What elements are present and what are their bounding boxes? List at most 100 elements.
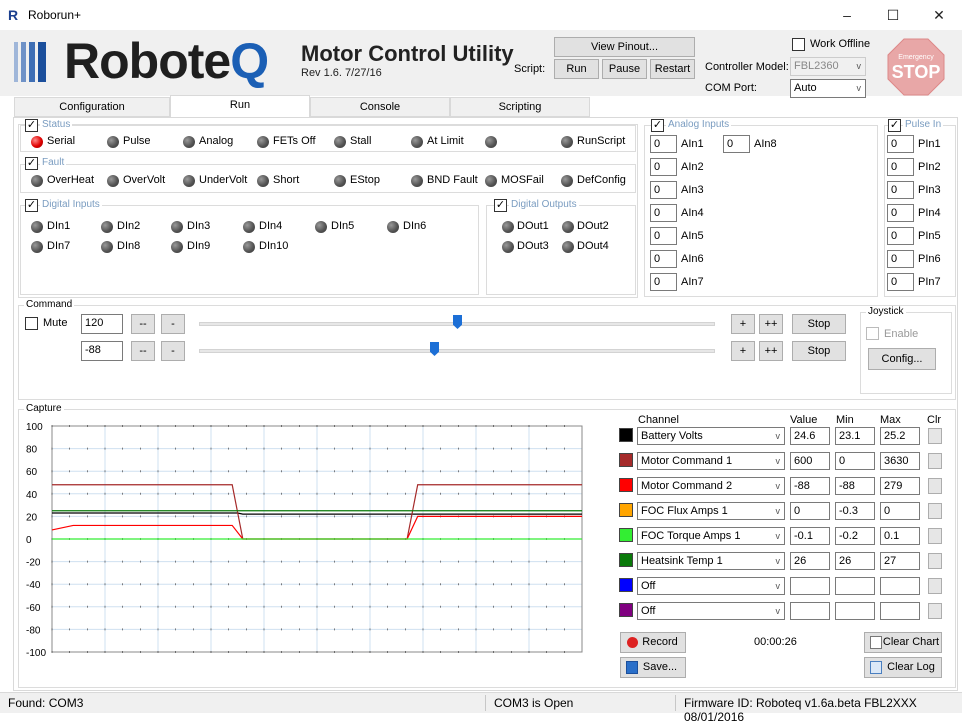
channel-value: -0.1	[790, 527, 830, 545]
channel-select[interactable]: FOC Torque Amps 1v	[637, 527, 785, 545]
mute-checkbox[interactable]	[25, 317, 38, 330]
command-slider-track[interactable]	[199, 349, 715, 353]
digital-inputs-checkbox[interactable]: ✓	[25, 199, 38, 212]
command-stop-button[interactable]: Stop	[792, 314, 846, 334]
view-pinout-button[interactable]: View Pinout...	[554, 37, 695, 57]
y-tick-label: -100	[26, 648, 46, 659]
channel-min: 0	[835, 452, 875, 470]
pulse-input-value[interactable]: 0	[887, 135, 914, 153]
maximize-button[interactable]: ☐	[870, 0, 916, 30]
pulse-input-value[interactable]: 0	[887, 273, 914, 291]
pulse-input-value[interactable]: 0	[887, 158, 914, 176]
script-run-button[interactable]: Run	[554, 59, 599, 79]
channel-clear-button[interactable]	[928, 528, 942, 544]
channel-clear-button[interactable]	[928, 503, 942, 519]
y-tick-label: -60	[26, 603, 41, 614]
analog-input-value[interactable]: 0	[650, 250, 677, 268]
command-value-input[interactable]: 120	[81, 314, 123, 334]
tab-run[interactable]: Run	[170, 95, 310, 118]
channel-select[interactable]: Heatsink Temp 1v	[637, 552, 785, 570]
joystick-config-button[interactable]: Config...	[868, 348, 936, 370]
tab-console[interactable]: Console	[310, 97, 450, 117]
analog-input-value[interactable]: 0	[650, 181, 677, 199]
channel-color-swatch[interactable]	[619, 478, 633, 492]
channel-max: 25.2	[880, 427, 920, 445]
channel-color-swatch[interactable]	[619, 453, 633, 467]
pulse-input-label: PIn6	[918, 253, 941, 265]
led-stall-icon	[334, 136, 346, 148]
record-icon	[627, 637, 638, 648]
analog-input-value[interactable]: 0	[650, 158, 677, 176]
led-label-din9: DIn9	[187, 240, 211, 252]
analog-input-value[interactable]: 0	[650, 204, 677, 222]
pulse-input-label: PIn2	[918, 161, 941, 173]
led-din5-icon	[315, 221, 327, 233]
channel-select[interactable]: Off v	[637, 602, 785, 620]
channel-color-swatch[interactable]	[619, 603, 633, 617]
digital-outputs-checkbox[interactable]: ✓	[494, 199, 507, 212]
tab-scripting[interactable]: Scripting	[450, 97, 590, 117]
script-pause-button[interactable]: Pause	[602, 59, 647, 79]
pulse-input-value[interactable]: 0	[887, 204, 914, 222]
pulse-in-checkbox[interactable]: ✓	[888, 119, 901, 132]
script-restart-button[interactable]: Restart	[650, 59, 695, 79]
command-decrement-button[interactable]: -	[161, 314, 185, 334]
controller-model-select[interactable]: FBL2360 v	[790, 57, 866, 76]
led-label-at-limit: At Limit	[427, 135, 464, 147]
clear-chart-button[interactable]: Clear Chart	[864, 632, 942, 653]
channel-color-swatch[interactable]	[619, 578, 633, 592]
led-label-din6: DIn6	[403, 220, 427, 232]
command-increment-button[interactable]: +	[731, 314, 755, 334]
channel-color-swatch[interactable]	[619, 553, 633, 567]
command-decrement-large-button[interactable]: --	[131, 314, 155, 334]
command-value-input[interactable]: -88	[81, 341, 123, 361]
channel-select[interactable]: Motor Command 1v	[637, 452, 785, 470]
tab-configuration[interactable]: Configuration	[14, 97, 170, 117]
channel-color-swatch[interactable]	[619, 503, 633, 517]
close-button[interactable]: ✕	[916, 0, 962, 30]
fault-checkbox[interactable]: ✓	[25, 157, 38, 170]
channel-select[interactable]: Motor Command 2v	[637, 477, 785, 495]
channel-clear-button[interactable]	[928, 553, 942, 569]
channel-select[interactable]: Off v	[637, 577, 785, 595]
y-tick-label: 20	[26, 512, 38, 523]
channel-clear-button[interactable]	[928, 453, 942, 469]
status-checkbox[interactable]: ✓	[25, 119, 38, 132]
channel-value: 26	[790, 552, 830, 570]
channel-clear-button[interactable]	[928, 478, 942, 494]
chevron-down-icon: v	[775, 481, 781, 491]
led-din8-icon	[101, 241, 113, 253]
work-offline-checkbox[interactable]	[792, 38, 805, 51]
command-decrement-large-button[interactable]: --	[131, 341, 155, 361]
channel-select[interactable]: Battery Volts v	[637, 427, 785, 445]
command-increment-large-button[interactable]: ++	[759, 314, 783, 334]
channel-clear-button[interactable]	[928, 603, 942, 619]
command-stop-button[interactable]: Stop	[792, 341, 846, 361]
capture-chart[interactable]: 100 80 60 40 20 0 -20 -40 -60 -80 -100	[24, 414, 606, 682]
channel-color-swatch[interactable]	[619, 528, 633, 542]
clear-log-button[interactable]: Clear Log	[864, 657, 942, 678]
channel-clear-button[interactable]	[928, 428, 942, 444]
pulse-input-value[interactable]: 0	[887, 250, 914, 268]
command-increment-button[interactable]: +	[731, 341, 755, 361]
analog-inputs-checkbox[interactable]: ✓	[651, 119, 664, 132]
com-port-select[interactable]: Auto v	[790, 79, 866, 98]
emergency-stop-button[interactable]: Emergency STOP	[887, 38, 945, 96]
joystick-enable-checkbox[interactable]	[866, 327, 879, 340]
record-button[interactable]: Record	[620, 632, 686, 653]
analog-input-value[interactable]: 0	[723, 135, 750, 153]
y-tick-label: 60	[26, 467, 38, 478]
analog-input-value[interactable]: 0	[650, 227, 677, 245]
channel-select[interactable]: FOC Flux Amps 1v	[637, 502, 785, 520]
analog-input-value[interactable]: 0	[650, 135, 677, 153]
command-decrement-button[interactable]: -	[161, 341, 185, 361]
minimize-button[interactable]: –	[824, 0, 870, 30]
analog-input-value[interactable]: 0	[650, 273, 677, 291]
channel-clear-button[interactable]	[928, 578, 942, 594]
command-increment-large-button[interactable]: ++	[759, 341, 783, 361]
pulse-input-value[interactable]: 0	[887, 181, 914, 199]
channel-value	[790, 577, 830, 595]
pulse-input-value[interactable]: 0	[887, 227, 914, 245]
save-button[interactable]: Save...	[620, 657, 686, 678]
channel-color-swatch[interactable]	[619, 428, 633, 442]
